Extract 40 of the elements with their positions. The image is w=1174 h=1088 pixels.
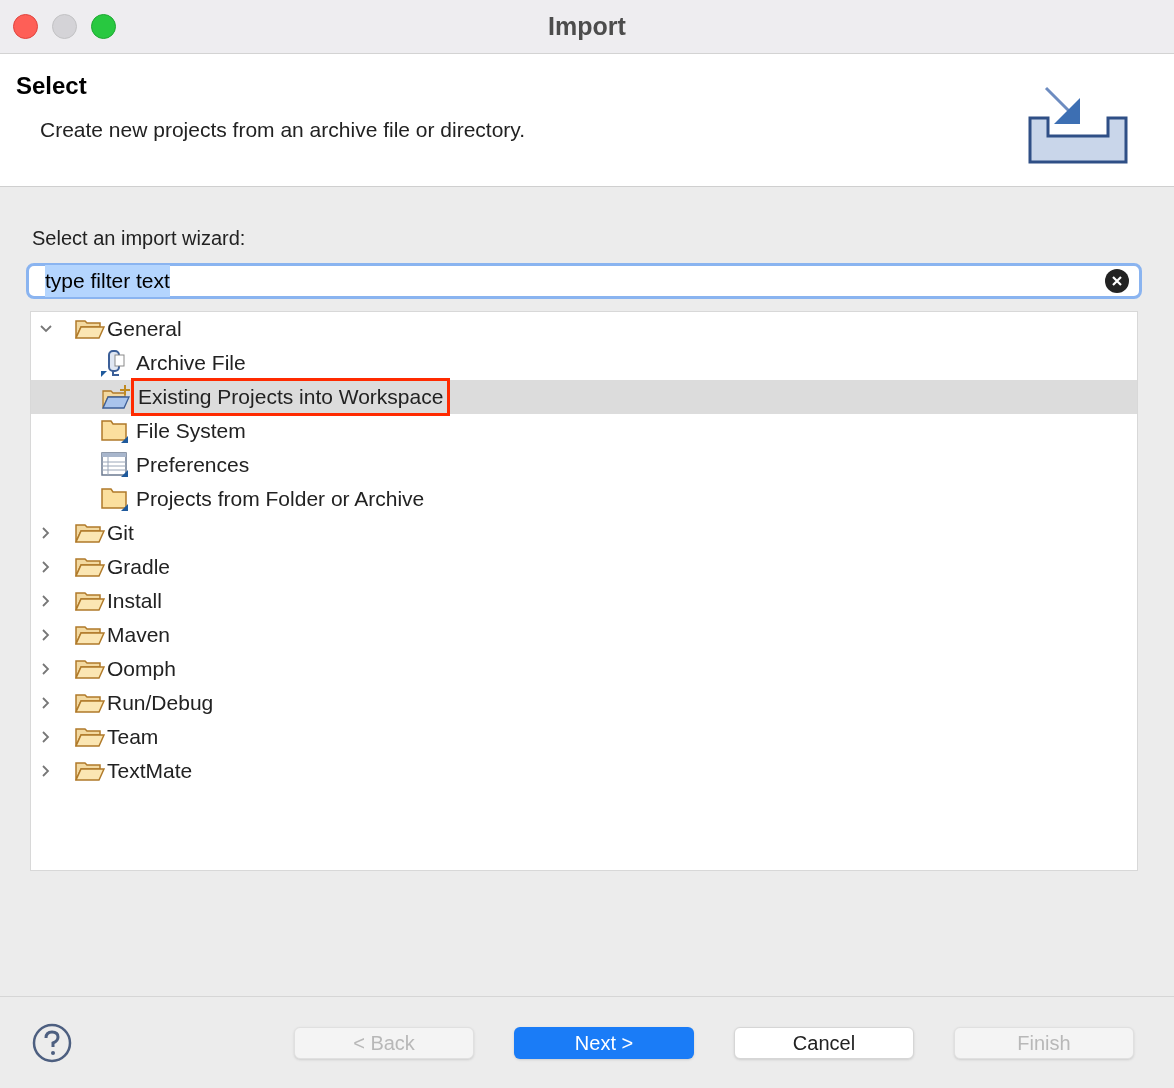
open-folder-icon <box>75 590 105 612</box>
page-title: Select <box>16 71 88 101</box>
dialog-button[interactable]: Next > <box>514 1026 694 1059</box>
dialog-button[interactable]: Cancel <box>734 1026 914 1059</box>
zoom-window-button[interactable] <box>91 14 116 39</box>
tree-item[interactable]: Maven <box>31 618 1137 652</box>
tree-item[interactable]: Git <box>31 516 1137 550</box>
import-tray-icon <box>1028 84 1128 164</box>
folder-plus-icon <box>101 384 131 410</box>
table-icon <box>101 452 129 478</box>
tree-item[interactable]: Install <box>31 584 1137 618</box>
open-folder-icon <box>75 692 105 714</box>
tree-item[interactable]: TextMate <box>31 754 1137 788</box>
tree-item[interactable]: Gradle <box>31 550 1137 584</box>
page-description: Create new projects from an archive file or directory. <box>40 117 526 143</box>
clear-icon[interactable] <box>1105 269 1129 293</box>
filter-label: Select an import wizard: <box>32 226 247 251</box>
tree-item[interactable]: Existing Projects into Workspace <box>31 380 1137 414</box>
open-folder-icon <box>75 318 105 340</box>
open-folder-icon <box>75 522 105 544</box>
open-folder-icon <box>75 760 105 782</box>
tree-item[interactable]: Archive File <box>31 346 1137 380</box>
tree-item[interactable]: File System <box>31 414 1137 448</box>
open-folder-icon <box>75 624 105 646</box>
window-title: Import <box>548 10 626 42</box>
tree-item[interactable]: Projects from Folder or Archive <box>31 482 1137 516</box>
help-icon[interactable] <box>32 1022 72 1063</box>
filter-text: type filter text <box>45 265 170 297</box>
open-folder-icon <box>75 726 105 748</box>
tree-item[interactable]: Run/Debug <box>31 686 1137 720</box>
open-folder-icon <box>75 556 105 578</box>
folder-icon <box>101 418 129 444</box>
folder-icon <box>101 486 129 512</box>
filter-field[interactable]: type filter text <box>26 263 1142 299</box>
tree-item[interactable]: Preferences <box>31 448 1137 482</box>
tree-item[interactable]: Team <box>31 720 1137 754</box>
tree-item[interactable]: General <box>31 312 1137 346</box>
close-window-button[interactable] <box>13 14 38 39</box>
tree-item[interactable]: Oomph <box>31 652 1137 686</box>
open-folder-icon <box>75 658 105 680</box>
